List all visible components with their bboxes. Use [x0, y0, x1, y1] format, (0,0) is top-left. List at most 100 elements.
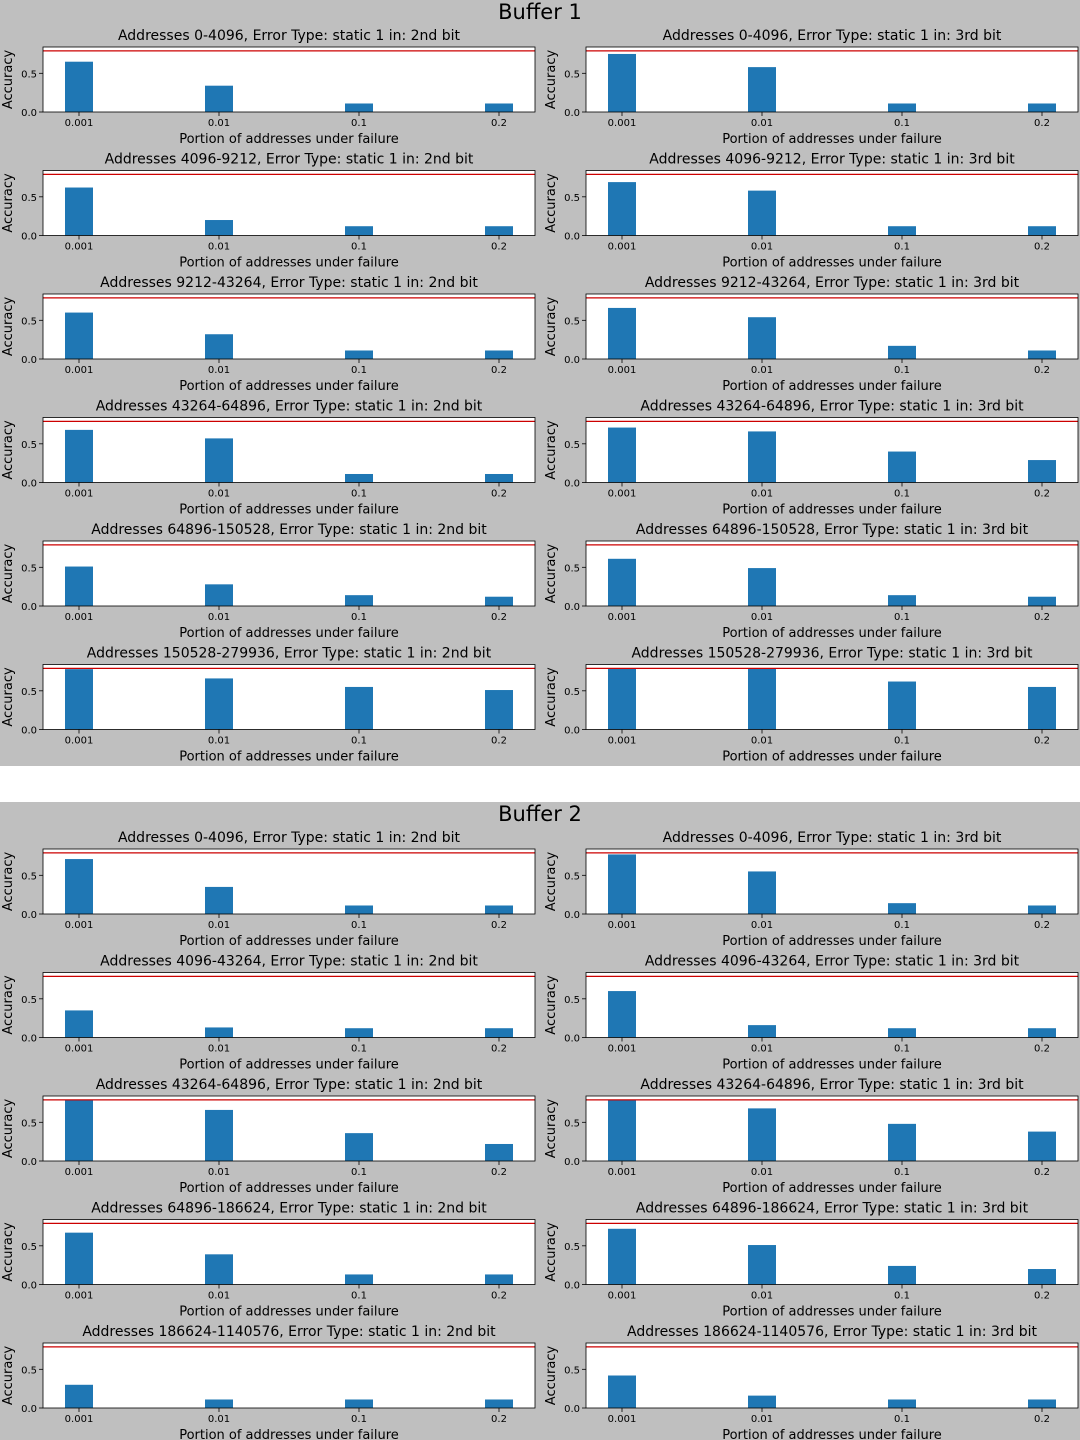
x-axis-label: Portion of addresses under failure: [722, 256, 942, 271]
bar: [485, 103, 513, 112]
subplot-title: Addresses 0-4096, Error Type: static 1 i…: [118, 28, 461, 44]
bar: [345, 595, 373, 606]
y-tick-label: 0.0: [21, 479, 37, 490]
x-tick-label: 0.2: [1034, 736, 1050, 747]
bar: [65, 187, 93, 236]
bar: [608, 427, 636, 483]
bar: [608, 1375, 636, 1408]
y-axis-label: Accuracy: [544, 173, 559, 233]
x-tick-label: 0.01: [208, 1167, 230, 1178]
x-tick-label: 0.01: [751, 1044, 773, 1055]
bar: [1028, 103, 1056, 112]
y-tick-label: 0.5: [564, 687, 580, 698]
x-axis-label: Portion of addresses under failure: [179, 1181, 399, 1196]
y-axis-label: Accuracy: [1, 297, 16, 357]
bar: [65, 1010, 93, 1038]
y-axis-label: Accuracy: [1, 173, 16, 233]
bar: [1028, 1131, 1056, 1161]
x-axis-label: Portion of addresses under failure: [722, 379, 942, 394]
x-tick-label: 0.001: [608, 365, 637, 376]
bar: [608, 991, 636, 1038]
x-tick-label: 0.01: [751, 736, 773, 747]
buffer-1-chart-grid: Addresses 0-4096, Error Type: static 1 i…: [1, 28, 1079, 765]
x-tick-label: 0.001: [65, 242, 94, 253]
subplot-title: Addresses 64896-150528, Error Type: stat…: [91, 522, 487, 538]
bar: [345, 1274, 373, 1285]
x-tick-label: 0.2: [491, 920, 507, 931]
y-axis-label: Accuracy: [1, 50, 16, 110]
x-tick-label: 0.001: [65, 736, 94, 747]
subplot-title: Addresses 64896-186624, Error Type: stat…: [636, 1201, 1029, 1217]
x-tick-label: 0.1: [351, 1167, 367, 1178]
bar: [888, 345, 916, 359]
y-axis-label: Accuracy: [1, 1222, 16, 1282]
y-tick-label: 0.5: [564, 193, 580, 204]
bar: [608, 1228, 636, 1285]
bar: [485, 690, 513, 730]
x-axis-label: Portion of addresses under failure: [722, 1428, 942, 1440]
subplot: Addresses 43264-64896, Error Type: stati…: [1, 1077, 536, 1196]
x-tick-label: 0.1: [351, 920, 367, 931]
bar: [888, 1399, 916, 1408]
y-tick-label: 0.0: [564, 232, 580, 243]
x-tick-label: 0.01: [751, 920, 773, 931]
y-tick-label: 0.5: [564, 69, 580, 80]
x-tick-label: 0.2: [1034, 489, 1050, 500]
plot-area: [586, 47, 1078, 112]
x-axis-label: Portion of addresses under failure: [722, 626, 942, 641]
plot-area: [43, 294, 535, 359]
x-tick-label: 0.2: [491, 1044, 507, 1055]
subplot-title: Addresses 43264-64896, Error Type: stati…: [640, 399, 1024, 415]
x-tick-label: 0.01: [751, 1291, 773, 1302]
bar: [345, 905, 373, 914]
x-axis-label: Portion of addresses under failure: [179, 934, 399, 949]
x-tick-label: 0.1: [894, 612, 910, 623]
bar: [485, 596, 513, 606]
x-tick-label: 0.001: [608, 1291, 637, 1302]
subplot: Addresses 64896-186624, Error Type: stat…: [1, 1201, 536, 1320]
buffer-2-figure: Buffer 2 Addresses 0-4096, Error Type: s…: [0, 802, 1080, 1440]
y-tick-label: 0.0: [564, 910, 580, 921]
bar: [345, 1399, 373, 1408]
subplot: Addresses 43264-64896, Error Type: stati…: [1, 399, 536, 518]
x-tick-label: 0.2: [1034, 365, 1050, 376]
y-tick-label: 0.0: [564, 355, 580, 366]
plot-area: [43, 1343, 535, 1408]
y-tick-label: 0.0: [21, 1281, 37, 1292]
subplot-title: Addresses 150528-279936, Error Type: sta…: [87, 646, 492, 662]
bar: [205, 334, 233, 359]
x-tick-label: 0.1: [894, 365, 910, 376]
y-tick-label: 0.0: [564, 1034, 580, 1045]
x-axis-label: Portion of addresses under failure: [179, 750, 399, 765]
x-tick-label: 0.2: [1034, 1044, 1050, 1055]
x-axis-label: Portion of addresses under failure: [722, 1181, 942, 1196]
x-axis-label: Portion of addresses under failure: [179, 1058, 399, 1073]
y-tick-label: 0.0: [21, 602, 37, 613]
buffer-1-figure: Buffer 1 Addresses 0-4096, Error Type: s…: [0, 0, 1080, 766]
x-tick-label: 0.001: [608, 1044, 637, 1055]
y-tick-label: 0.5: [21, 1242, 37, 1253]
x-tick-label: 0.1: [894, 1044, 910, 1055]
y-tick-label: 0.5: [564, 316, 580, 327]
x-tick-label: 0.01: [208, 118, 230, 129]
y-tick-label: 0.5: [21, 193, 37, 204]
bar: [888, 1028, 916, 1038]
x-tick-label: 0.2: [1034, 1291, 1050, 1302]
x-tick-label: 0.1: [351, 489, 367, 500]
y-axis-label: Accuracy: [544, 1346, 559, 1406]
y-tick-label: 0.0: [21, 1157, 37, 1168]
plot-area: [43, 47, 535, 112]
y-tick-label: 0.0: [21, 355, 37, 366]
x-tick-label: 0.001: [608, 1414, 637, 1425]
subplot: Addresses 186624-1140576, Error Type: st…: [1, 1324, 536, 1440]
y-tick-label: 0.0: [564, 1404, 580, 1415]
bar: [65, 859, 93, 914]
subplot: Addresses 4096-9212, Error Type: static …: [544, 152, 1079, 271]
x-tick-label: 0.01: [208, 242, 230, 253]
x-tick-label: 0.2: [491, 365, 507, 376]
x-tick-label: 0.01: [208, 736, 230, 747]
plot-area: [43, 972, 535, 1038]
y-axis-label: Accuracy: [1, 1346, 16, 1406]
subplot: Addresses 43264-64896, Error Type: stati…: [544, 399, 1079, 518]
x-tick-label: 0.2: [1034, 118, 1050, 129]
